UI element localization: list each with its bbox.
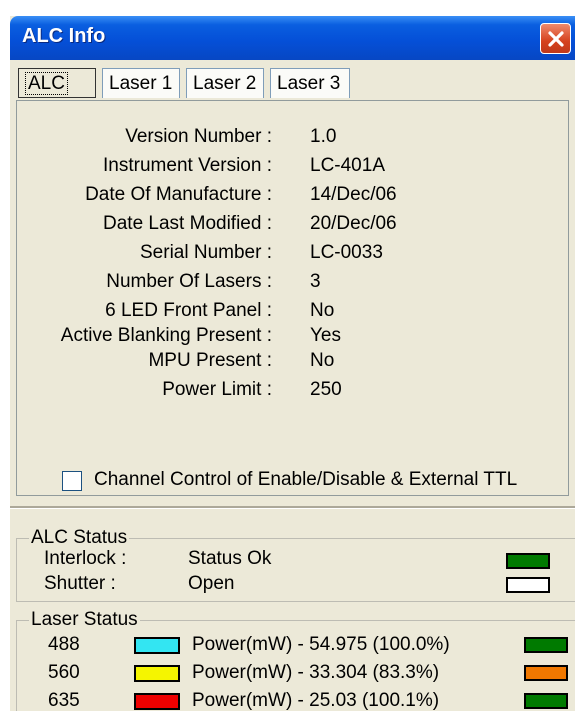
window-title: ALC Info xyxy=(22,25,106,47)
interlock-value: Status Ok xyxy=(188,548,272,569)
alc-info-window: ALC Info ALC Laser 1 Laser 2 Laser 3 Ver… xyxy=(10,16,575,711)
shutter-label: Shutter : xyxy=(44,573,116,594)
laser-row-wavelength: 560 xyxy=(48,662,80,683)
led-front-panel-value: No xyxy=(310,300,335,321)
laser-color-swatch xyxy=(134,665,180,682)
version-number-label: Version Number : xyxy=(125,126,272,147)
close-button[interactable] xyxy=(540,23,571,54)
instrument-version-value: LC-401A xyxy=(310,155,385,176)
led-front-panel-label: 6 LED Front Panel : xyxy=(105,300,272,321)
laser-color-swatch xyxy=(134,693,180,710)
tab-laser-3[interactable]: Laser 3 xyxy=(270,68,350,98)
shutter-indicator xyxy=(506,577,550,593)
number-of-lasers-value: 3 xyxy=(310,271,321,292)
power-limit-value: 250 xyxy=(310,379,342,400)
mpu-present-value: No xyxy=(310,350,335,371)
laser-status-title: Laser Status xyxy=(29,609,140,631)
title-bar[interactable]: ALC Info xyxy=(10,16,575,60)
date-last-modified-value: 20/Dec/06 xyxy=(310,213,397,234)
date-last-modified-label: Date Last Modified : xyxy=(103,213,272,234)
serial-number-value: LC-0033 xyxy=(310,242,383,263)
number-of-lasers-label: Number Of Lasers : xyxy=(106,271,272,292)
alc-status-title: ALC Status xyxy=(29,527,130,549)
interlock-indicator xyxy=(506,553,550,569)
serial-number-label: Serial Number : xyxy=(140,242,272,263)
interlock-label: Interlock : xyxy=(44,548,127,569)
laser-status-indicator xyxy=(524,665,568,681)
laser-status-indicator xyxy=(524,693,568,709)
close-icon xyxy=(548,31,564,47)
channel-control-label: Channel Control of Enable/Disable & Exte… xyxy=(94,469,518,490)
tab-laser-1[interactable]: Laser 1 xyxy=(102,68,180,98)
channel-control-checkbox[interactable] xyxy=(62,471,82,491)
alc-tab-panel xyxy=(16,100,569,496)
laser-row-power: Power(mW) - 54.975 (100.0%) xyxy=(192,634,450,655)
laser-row-wavelength: 635 xyxy=(48,690,80,711)
active-blanking-value: Yes xyxy=(310,325,341,346)
laser-row-power: Power(mW) - 25.03 (100.1%) xyxy=(192,690,440,711)
active-blanking-label: Active Blanking Present : xyxy=(60,325,272,346)
shutter-value: Open xyxy=(188,573,235,594)
laser-row-power: Power(mW) - 33.304 (83.3%) xyxy=(192,662,440,683)
instrument-version-label: Instrument Version : xyxy=(103,155,272,176)
laser-color-swatch xyxy=(134,637,180,654)
laser-row-wavelength: 488 xyxy=(48,634,80,655)
date-of-manufacture-value: 14/Dec/06 xyxy=(310,184,397,205)
section-divider xyxy=(10,506,575,509)
date-of-manufacture-label: Date Of Manufacture : xyxy=(85,184,272,205)
tab-laser-2[interactable]: Laser 2 xyxy=(186,68,264,98)
version-number-value: 1.0 xyxy=(310,126,337,147)
mpu-present-label: MPU Present : xyxy=(148,350,272,371)
laser-status-indicator xyxy=(524,637,568,653)
power-limit-label: Power Limit : xyxy=(162,379,272,400)
tab-alc[interactable]: ALC xyxy=(18,68,96,98)
